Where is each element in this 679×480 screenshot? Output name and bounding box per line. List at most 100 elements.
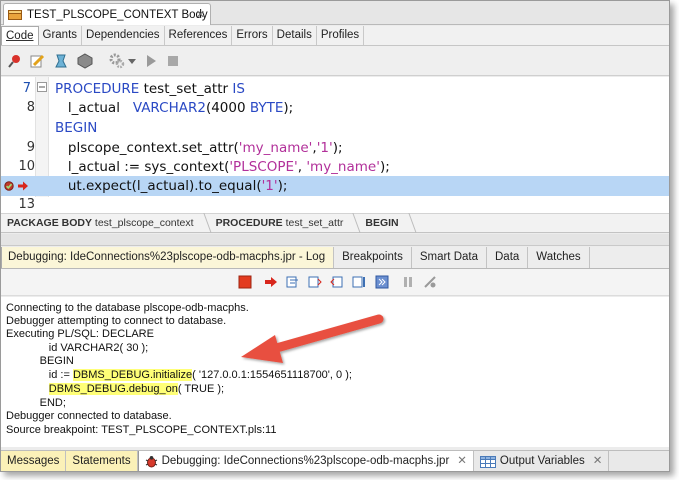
- editor-toolbar: [1, 46, 669, 76]
- run-icon[interactable]: [143, 53, 159, 69]
- log-line: Source breakpoint: TEST_PLSCOPE_CONTEXT.…: [6, 424, 277, 436]
- package-body-icon: [8, 9, 22, 20]
- string-token: 'my_name': [306, 159, 380, 175]
- tab-debugging[interactable]: Debugging: IdeConnections%23plscope-odb-…: [137, 451, 474, 471]
- tab-debug-log[interactable]: Debugging: IdeConnections%23plscope-odb-…: [1, 247, 335, 268]
- keyword-token: PROCEDURE: [55, 81, 140, 97]
- sql-developer-window: TEST_PLSCOPE_CONTEXT Body ✕ Code Grants …: [0, 0, 670, 472]
- terminate-icon[interactable]: [238, 275, 252, 289]
- line-number: 13: [18, 197, 35, 212]
- resume-icon[interactable]: [375, 275, 389, 289]
- highlighted-call: DBMS_DEBUG.initialize: [72, 369, 193, 381]
- edit-icon[interactable]: [29, 53, 45, 69]
- tab-details[interactable]: Details: [273, 26, 317, 45]
- tab-messages[interactable]: Messages: [1, 451, 67, 471]
- pause-icon[interactable]: [401, 275, 415, 289]
- code-line: 13: [1, 197, 669, 213]
- find-execution-point-icon[interactable]: [264, 275, 278, 289]
- code-token: );: [379, 159, 390, 175]
- breadcrumb: PACKAGE BODY test_plscope_context PROCED…: [1, 213, 669, 233]
- code-text: ut.expect(l_actual).to_equal('1');: [55, 176, 288, 196]
- stop-icon[interactable]: [165, 53, 181, 69]
- garbage-collect-icon[interactable]: [423, 275, 437, 289]
- tab-smart-data[interactable]: Smart Data: [412, 247, 487, 268]
- log-line: id VARCHAR2( 30 );: [6, 342, 149, 354]
- code-line: 7 PROCEDURE test_set_attr IS: [1, 79, 669, 99]
- breadcrumb-item[interactable]: PROCEDURE test_set_attr: [210, 217, 350, 229]
- gear-icon[interactable]: [109, 53, 125, 69]
- close-icon[interactable]: ✕: [196, 8, 205, 21]
- execution-point-arrow-icon: [18, 181, 28, 191]
- tab-references[interactable]: References: [165, 26, 233, 45]
- log-line: Debugger connected to database.: [6, 410, 172, 422]
- code-text: BEGIN: [55, 118, 97, 138]
- keyword-token: VARCHAR2: [132, 100, 206, 116]
- code-text: l_actual := sys_context('PLSCOPE', 'my_n…: [55, 157, 390, 177]
- bug-icon: [145, 456, 157, 468]
- highlighted-call: DBMS_DEBUG.debug_on: [48, 383, 178, 395]
- log-line: Debugger attempting to connect to databa…: [6, 315, 227, 327]
- editor-subtabs: Code Grants Dependencies References Erro…: [1, 26, 669, 46]
- chevron-down-icon[interactable]: [127, 53, 137, 69]
- code-token: );: [283, 100, 294, 116]
- step-to-end-icon[interactable]: [352, 275, 366, 289]
- pane-splitter[interactable]: [1, 234, 669, 246]
- code-token: ut.expect(l_actual).to_equal(: [55, 178, 262, 194]
- pin-icon[interactable]: [7, 53, 23, 69]
- log-line: END;: [6, 397, 66, 409]
- line-number: 10: [18, 159, 35, 174]
- editor-tab[interactable]: TEST_PLSCOPE_CONTEXT Body ✕: [3, 3, 211, 25]
- tab-grants[interactable]: Grants: [39, 26, 83, 45]
- close-icon[interactable]: ✕: [457, 451, 467, 471]
- debug-run-icon[interactable]: [53, 53, 69, 69]
- breakpoint-check-icon[interactable]: [4, 181, 14, 191]
- line-number: 7: [22, 81, 31, 96]
- tab-profiles[interactable]: Profiles: [317, 26, 365, 45]
- log-line: DBMS_DEBUG.debug_on( TRUE );: [48, 383, 225, 395]
- close-icon[interactable]: ✕: [593, 451, 603, 471]
- code-editor[interactable]: 7 PROCEDURE test_set_attr IS 8 l_actual …: [1, 77, 669, 214]
- log-line: BEGIN: [6, 355, 74, 367]
- compile-icon[interactable]: [77, 53, 93, 69]
- debug-toolbar: [1, 269, 669, 296]
- code-token: plscope_context.set_attr(: [55, 140, 239, 156]
- code-line: BEGIN: [1, 118, 669, 138]
- tab-breakpoints[interactable]: Breakpoints: [334, 247, 412, 268]
- code-token: l_actual := sys_context(: [55, 159, 230, 175]
- tab-code[interactable]: Code: [1, 26, 39, 45]
- step-over-icon[interactable]: [286, 275, 300, 289]
- code-text: l_actual VARCHAR2(4000 BYTE);: [55, 98, 293, 118]
- code-token: l_actual: [55, 100, 133, 116]
- line-number: 8: [26, 100, 35, 115]
- debug-panel-tabs: Debugging: IdeConnections%23plscope-odb-…: [1, 247, 669, 269]
- keyword-token: BEGIN: [55, 120, 98, 136]
- code-text: PROCEDURE test_set_attr IS: [55, 79, 245, 99]
- tab-errors[interactable]: Errors: [232, 26, 273, 45]
- tab-output-variables[interactable]: Output Variables ✕: [474, 451, 610, 471]
- string-token: '1': [261, 178, 278, 194]
- execution-line: ut.expect(l_actual).to_equal('1');: [1, 176, 669, 196]
- annotation-arrow: [241, 314, 384, 363]
- step-out-icon[interactable]: [330, 275, 344, 289]
- code-text: plscope_context.set_attr('my_name','1');: [55, 138, 343, 158]
- code-token: );: [332, 140, 343, 156]
- line-number: 9: [26, 140, 35, 155]
- code-token: );: [277, 178, 288, 194]
- editor-tab-title: TEST_PLSCOPE_CONTEXT Body: [27, 8, 208, 21]
- tab-dependencies[interactable]: Dependencies: [82, 26, 165, 45]
- log-line: Connecting to the database plscope-odb-m…: [6, 302, 249, 314]
- table-grid-icon: [479, 455, 496, 468]
- bottom-panel-tabs: Messages Statements Debugging: IdeConnec…: [1, 450, 669, 471]
- step-into-icon[interactable]: [308, 275, 322, 289]
- tab-data[interactable]: Data: [487, 247, 529, 268]
- tab-watches[interactable]: Watches: [528, 247, 590, 268]
- string-token: 'my_name': [238, 140, 313, 156]
- tab-statements[interactable]: Statements: [66, 451, 138, 471]
- breadcrumb-item[interactable]: BEGIN: [359, 217, 404, 229]
- breadcrumb-item[interactable]: PACKAGE BODY test_plscope_context: [1, 217, 200, 229]
- code-token: test_set_attr: [139, 81, 233, 97]
- code-line: 9 plscope_context.set_attr('my_name','1'…: [1, 138, 669, 158]
- code-token: (4000: [205, 100, 250, 116]
- log-line: Executing PL/SQL: DECLARE: [6, 328, 154, 340]
- string-token: 'PLSCOPE': [229, 159, 298, 175]
